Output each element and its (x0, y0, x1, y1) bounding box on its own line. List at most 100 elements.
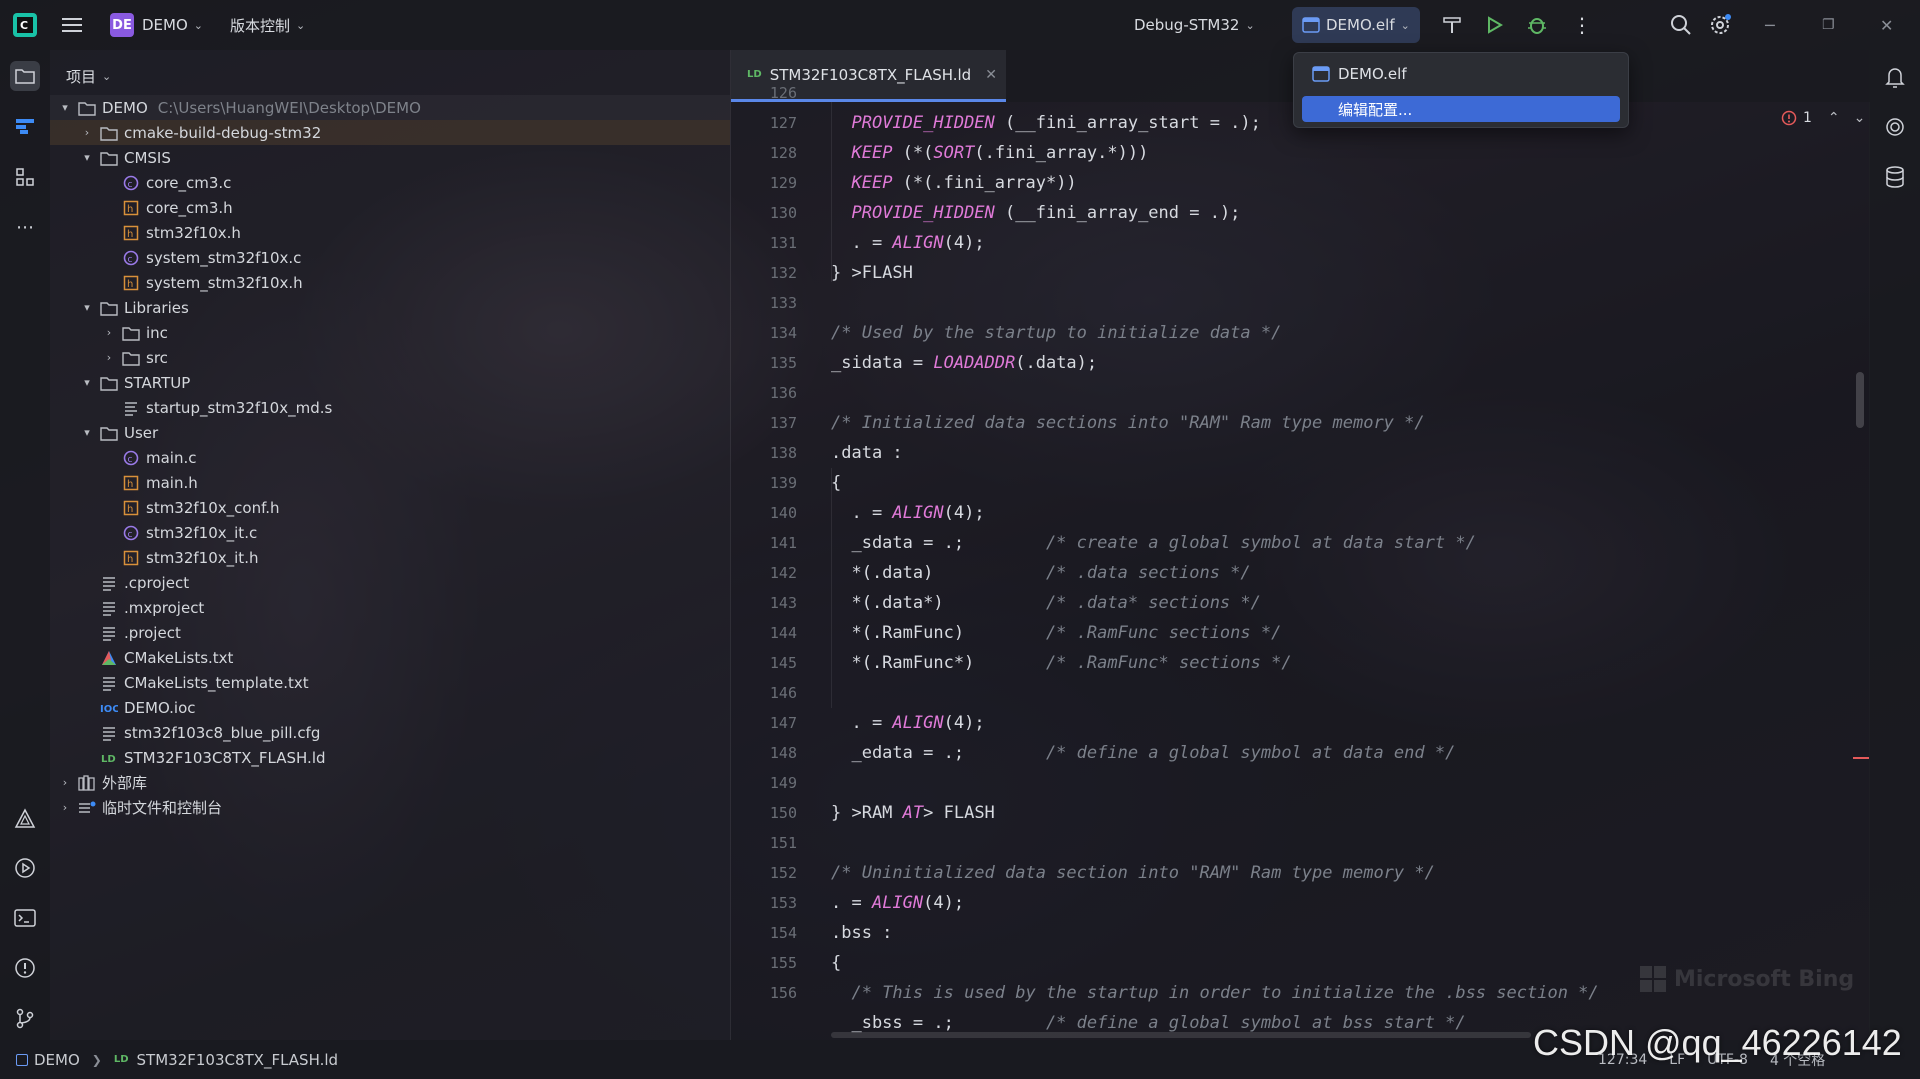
dropdown-item-edit-config[interactable]: 编辑配置... (1302, 96, 1620, 122)
line-number: 142 (769, 564, 797, 582)
project-panel-header[interactable]: 项目 ⌄ (66, 66, 111, 87)
tree-item[interactable]: ▾ DEMO C:\Users\HuangWEI\Desktop\DEMO (50, 95, 730, 120)
build-config-selector[interactable]: Debug-STM32 ⌄ (1134, 0, 1255, 50)
chevron-down-icon[interactable]: ▾ (80, 426, 94, 439)
svg-text:h: h (127, 279, 133, 290)
tree-item[interactable]: stm32f103c8_blue_pill.cfg (50, 720, 730, 745)
tree-item[interactable]: › 外部库 (50, 770, 730, 795)
chevron-down-icon[interactable]: ⌄ (1854, 110, 1866, 126)
restore-button[interactable]: ❐ (1822, 0, 1835, 50)
chevron-right-icon[interactable]: › (58, 801, 72, 814)
horizontal-dots-icon: ⋯ (16, 216, 34, 238)
chevron-right-icon[interactable]: › (80, 126, 94, 139)
project-switcher[interactable]: DE DEMO ⌄ (110, 0, 203, 50)
vertical-scrollbar-thumb[interactable] (1856, 372, 1864, 428)
cmake-tool-button[interactable] (10, 111, 40, 141)
database-button[interactable] (1880, 162, 1910, 192)
h-file-icon: h (122, 224, 140, 242)
debug-button[interactable] (1526, 0, 1548, 50)
main-menu-button[interactable] (62, 0, 84, 50)
cmake-run-tool-button[interactable] (10, 804, 40, 834)
chevron-right-icon[interactable]: › (58, 776, 72, 789)
git-tool-button[interactable] (10, 1003, 40, 1033)
chevron-right-icon[interactable]: › (102, 351, 116, 364)
code-line: . = ALIGN(4); (831, 503, 985, 523)
tree-item[interactable]: › cmake-build-debug-stm32 (50, 120, 730, 145)
code-line: { (831, 473, 842, 493)
tree-item-label: system_stm32f10x.c (146, 248, 302, 267)
run-target-label: DEMO.elf (1326, 16, 1395, 34)
search-button[interactable] (1670, 0, 1692, 50)
chevron-down-icon[interactable]: ▾ (80, 376, 94, 389)
project-tool-button[interactable] (10, 61, 40, 91)
tree-item[interactable]: c stm32f10x_it.c (50, 520, 730, 545)
tree-item[interactable]: h core_cm3.h (50, 195, 730, 220)
app-logo[interactable]: C (12, 0, 38, 50)
close-tab-icon[interactable]: ✕ (985, 67, 997, 83)
ioc-file-icon: IOC (100, 699, 118, 717)
tree-item[interactable]: › 临时文件和控制台 (50, 795, 730, 820)
tree-item[interactable]: IOC DEMO.ioc (50, 695, 730, 720)
gear-icon (1711, 14, 1731, 34)
tree-item[interactable]: .cproject (50, 570, 730, 595)
chevron-right-icon[interactable]: › (102, 326, 116, 339)
tree-item[interactable]: c main.c (50, 445, 730, 470)
run-button[interactable] (1484, 0, 1504, 50)
vcs-menu[interactable]: 版本控制 ⌄ (230, 0, 305, 50)
error-stripe-marker[interactable] (1853, 757, 1869, 759)
tree-item[interactable]: › src (50, 345, 730, 370)
problems-tool-button[interactable] (10, 953, 40, 983)
windows-logo-icon (1640, 966, 1666, 992)
breadcrumb-file[interactable]: STM32F103C8TX_FLASH.ld (137, 1051, 339, 1069)
run-circle-icon (15, 858, 35, 878)
more-tools-button[interactable]: ⋯ (10, 212, 40, 242)
restore-icon: ❐ (1822, 17, 1835, 33)
tree-item[interactable]: ▾ User (50, 420, 730, 445)
tree-item-label: .mxproject (124, 598, 205, 617)
tree-item[interactable]: .project (50, 620, 730, 645)
tree-item[interactable]: ▾ CMSIS (50, 145, 730, 170)
chevron-down-icon[interactable]: ▾ (80, 151, 94, 164)
structure-tool-button[interactable] (10, 162, 40, 192)
code-view[interactable]: . = ALIGN(4); PROVIDE_HIDDEN (__fini_arr… (831, 102, 1831, 1040)
notifications-button[interactable] (1880, 62, 1910, 92)
tree-item-label: core_cm3.c (146, 173, 232, 192)
minimize-button[interactable]: ─ (1765, 0, 1775, 50)
code-line: PROVIDE_HIDDEN (__fini_array_end = .); (851, 203, 1241, 223)
tree-item[interactable]: h stm32f10x_conf.h (50, 495, 730, 520)
tree-item-label: main.h (146, 473, 198, 492)
tree-item[interactable]: CMakeLists_template.txt (50, 670, 730, 695)
tree-item[interactable]: h stm32f10x.h (50, 220, 730, 245)
tree-item[interactable]: CMakeLists.txt (50, 645, 730, 670)
ai-assistant-button[interactable] (1880, 112, 1910, 142)
tree-item[interactable]: .mxproject (50, 595, 730, 620)
tree-item[interactable]: c system_stm32f10x.c (50, 245, 730, 270)
horizontal-scrollbar-thumb[interactable] (831, 1032, 1531, 1038)
tree-item[interactable]: ▾ Libraries (50, 295, 730, 320)
tree-item[interactable]: LD STM32F103C8TX_FLASH.ld (50, 745, 730, 770)
chevron-down-icon[interactable]: ▾ (80, 301, 94, 314)
close-button[interactable]: ✕ (1880, 0, 1893, 50)
settings-button[interactable] (1708, 0, 1732, 50)
services-tool-button[interactable] (10, 853, 40, 883)
tree-item[interactable]: h main.h (50, 470, 730, 495)
tree-item[interactable]: h stm32f10x_it.h (50, 545, 730, 570)
tree-item[interactable]: c core_cm3.c (50, 170, 730, 195)
build-config-label: Debug-STM32 (1134, 16, 1240, 34)
tree-item[interactable]: ▾ STARTUP (50, 370, 730, 395)
more-actions-button[interactable]: ⋮ (1572, 0, 1592, 50)
dropdown-item-demo-elf[interactable]: DEMO.elf (1302, 61, 1630, 87)
cmake-icon (16, 119, 34, 134)
run-target-selector[interactable]: DEMO.elf ⌄ (1292, 7, 1420, 43)
code-line: . = ALIGN(4); (831, 233, 985, 253)
tree-item[interactable]: startup_stm32f10x_md.s (50, 395, 730, 420)
build-button[interactable] (1442, 0, 1462, 50)
breadcrumb-root[interactable]: DEMO (34, 1051, 80, 1069)
chevron-down-icon: ⌄ (193, 18, 203, 32)
chevron-down-icon[interactable]: ▾ (58, 101, 72, 114)
tree-item[interactable]: h system_stm32f10x.h (50, 270, 730, 295)
terminal-tool-button[interactable] (10, 903, 40, 933)
search-icon (1671, 15, 1691, 35)
tree-item[interactable]: › inc (50, 320, 730, 345)
line-number: 128 (769, 144, 797, 162)
